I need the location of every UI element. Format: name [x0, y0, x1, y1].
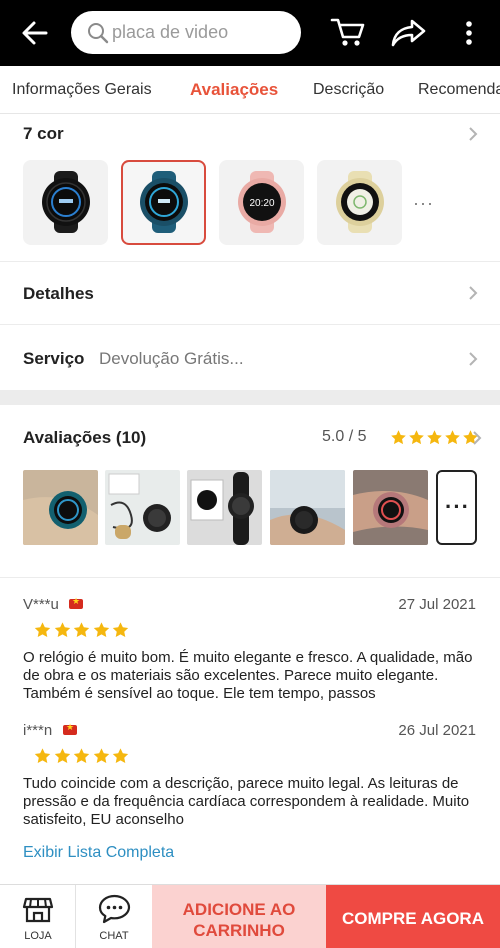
- watch-pink-image: 20:20: [238, 171, 286, 233]
- service-value: Devolução Grátis...: [99, 349, 244, 368]
- bottom-action-bar: LOJA CHAT ADICIONE AO CARRINHO COMPRE AG…: [0, 884, 500, 948]
- star-icon: [111, 747, 130, 765]
- review-text: Tudo coincide com a descrição, parece mu…: [23, 775, 470, 828]
- review-item: i***n 26 Jul 2021 Tudo coincide com a de…: [23, 722, 478, 832]
- star-icon: [53, 747, 72, 765]
- reviews-rating-stars: [390, 429, 480, 451]
- store-label: LOJA: [24, 930, 52, 942]
- star-icon: [408, 429, 425, 446]
- buy-now-label: COMPRE AGORA: [342, 909, 484, 928]
- watch-blue-image: [140, 171, 188, 233]
- review-item: V***u 27 Jul 2021 O relógio é muito bom.…: [23, 596, 478, 706]
- reviews-score: 5.0 / 5: [322, 428, 367, 445]
- back-arrow-icon[interactable]: [18, 18, 52, 48]
- service-row-title[interactable]: Serviço: [23, 349, 84, 369]
- product-tabs: Informações Gerais Avaliações Descrição …: [0, 66, 500, 114]
- review-date: 26 Jul 2021: [398, 722, 476, 739]
- review-photo[interactable]: [105, 470, 180, 545]
- review-date: 27 Jul 2021: [398, 596, 476, 613]
- star-icon: [444, 429, 461, 446]
- review-rating-stars: [33, 621, 131, 644]
- reviewer-name: i***n: [23, 722, 53, 739]
- chevron-right-icon[interactable]: [467, 351, 479, 367]
- search-bar[interactable]: placa de video: [71, 11, 301, 54]
- watch-cream-image: [336, 171, 384, 233]
- more-vertical-icon[interactable]: [457, 18, 481, 48]
- color-swatch-blue[interactable]: [121, 160, 206, 245]
- more-colors-icon[interactable]: ···: [413, 193, 434, 214]
- store-button[interactable]: LOJA: [0, 885, 76, 948]
- color-section-title[interactable]: 7 cor: [23, 124, 64, 144]
- star-icon: [92, 747, 111, 765]
- star-icon: [92, 621, 111, 639]
- details-row-title[interactable]: Detalhes: [23, 284, 94, 304]
- buy-now-button[interactable]: COMPRE AGORA: [326, 885, 500, 948]
- star-icon: [53, 621, 72, 639]
- star-icon: [390, 429, 407, 446]
- add-to-cart-label: ADICIONE AO CARRINHO: [182, 900, 296, 940]
- review-photo[interactable]: [270, 470, 345, 545]
- country-flag-icon: [63, 722, 77, 735]
- tab-informacoes-gerais[interactable]: Informações Gerais: [12, 81, 152, 99]
- more-photos-button[interactable]: ···: [436, 470, 477, 545]
- tab-recomendacoes[interactable]: Recomendações: [418, 81, 500, 99]
- more-photos-label: ···: [445, 494, 470, 519]
- chevron-right-icon[interactable]: [471, 430, 483, 446]
- color-swatch-pink[interactable]: 20:20: [219, 160, 304, 245]
- search-placeholder: placa de video: [112, 22, 229, 42]
- divider: [0, 261, 500, 262]
- store-icon: [22, 897, 54, 923]
- review-photo[interactable]: [353, 470, 428, 545]
- star-icon: [33, 747, 52, 765]
- add-to-cart-button[interactable]: ADICIONE AO CARRINHO: [152, 885, 326, 948]
- color-swatch-cream[interactable]: [317, 160, 402, 245]
- star-icon: [33, 621, 52, 639]
- watch-black-image: [42, 171, 90, 233]
- review-rating-stars: [33, 747, 131, 770]
- star-icon: [72, 621, 91, 639]
- divider: [0, 324, 500, 325]
- chat-icon: [98, 894, 131, 924]
- chat-label: CHAT: [99, 930, 129, 942]
- star-icon: [111, 621, 130, 639]
- country-flag-icon: [69, 596, 83, 609]
- tab-descricao[interactable]: Descrição: [313, 81, 384, 99]
- color-swatch-black[interactable]: [23, 160, 108, 245]
- tab-avaliacoes[interactable]: Avaliações: [190, 80, 278, 100]
- search-icon: [87, 22, 109, 44]
- divider: [0, 577, 500, 578]
- star-icon: [72, 747, 91, 765]
- full-review-list-link[interactable]: Exibir Lista Completa: [23, 844, 174, 862]
- section-gap: [0, 390, 500, 405]
- star-icon: [426, 429, 443, 446]
- chat-button[interactable]: CHAT: [76, 885, 152, 948]
- cart-icon[interactable]: [330, 15, 366, 49]
- watch-face-time: 20:20: [249, 198, 274, 209]
- review-photo[interactable]: [187, 470, 262, 545]
- review-text: O relógio é muito bom. É muito elegante …: [23, 649, 473, 702]
- chevron-right-icon[interactable]: [467, 285, 479, 301]
- top-app-bar: placa de video: [0, 0, 500, 66]
- share-icon[interactable]: [390, 17, 428, 49]
- chevron-right-icon[interactable]: [467, 126, 479, 142]
- reviewer-name: V***u: [23, 596, 59, 613]
- reviews-title[interactable]: Avaliações (10): [23, 428, 146, 448]
- review-photo[interactable]: [23, 470, 98, 545]
